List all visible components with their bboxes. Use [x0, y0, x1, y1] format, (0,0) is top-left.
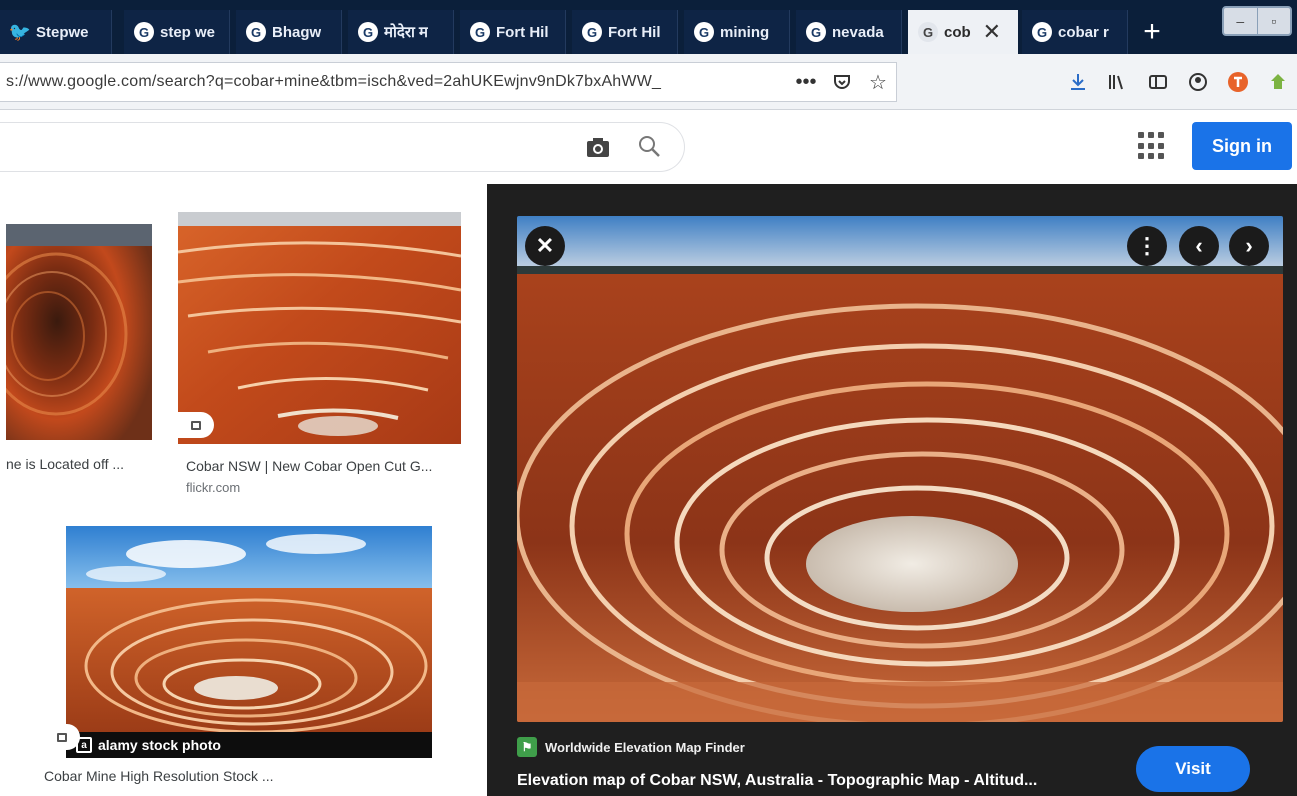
google-icon: G: [694, 22, 714, 42]
tab-cobar-2[interactable]: G cobar r: [1022, 10, 1128, 54]
tab-title: Bhagw: [272, 23, 322, 41]
sidebar-icon[interactable]: [1142, 66, 1174, 98]
screen: 🐦 Stepwe G step we G Bhagw G मोदेरा म G …: [0, 0, 1297, 796]
extension-icon[interactable]: [1222, 66, 1254, 98]
image-results-grid: ne is Located off ... Cobar NSW | New Co…: [0, 184, 487, 796]
tab-cobar-active[interactable]: G cob ✕: [908, 10, 1018, 54]
window-controls: – ▫: [1222, 6, 1292, 36]
tab-fort-hill-1[interactable]: G Fort Hil: [460, 10, 566, 54]
puzzle-extension-icon[interactable]: [1262, 66, 1294, 98]
tab-title: cob: [944, 23, 971, 41]
sign-in-button[interactable]: Sign in: [1192, 122, 1292, 170]
pocket-icon[interactable]: [824, 64, 860, 100]
tab-nevada[interactable]: G nevada: [796, 10, 902, 54]
page-actions-button[interactable]: •••: [788, 64, 824, 100]
address-bar[interactable]: s://www.google.com/search?q=cobar+mine&t…: [0, 62, 897, 102]
maximize-button[interactable]: ▫: [1258, 8, 1291, 34]
alamy-watermark-bar: a alamy stock photo: [66, 732, 432, 758]
tab-stepwe[interactable]: 🐦 Stepwe: [0, 10, 112, 54]
google-icon: G: [582, 22, 602, 42]
tab-mining[interactable]: G mining: [684, 10, 790, 54]
tab-title: cobar r: [1058, 23, 1109, 41]
tab-modhera[interactable]: G मोदेरा म: [348, 10, 454, 54]
tab-title: nevada: [832, 23, 884, 41]
tab-title: mining: [720, 23, 770, 41]
preview-image[interactable]: [517, 216, 1283, 722]
camera-icon[interactable]: [585, 135, 611, 159]
tab-step-we[interactable]: G step we: [124, 10, 230, 54]
tab-title: Fort Hil: [608, 23, 661, 41]
google-icon: G: [918, 22, 938, 42]
download-icon[interactable]: [1062, 66, 1094, 98]
close-tab-icon[interactable]: ✕: [983, 19, 1001, 45]
google-icon: G: [470, 22, 490, 42]
result-thumbnail-3[interactable]: [66, 526, 432, 732]
close-preview-button[interactable]: ✕: [525, 226, 565, 266]
image-preview-panel: ✕ ⋮ ‹ › ⚑ Worldwide Elevation Map Finder…: [487, 184, 1297, 796]
result-thumbnail-1[interactable]: [6, 224, 152, 440]
google-icon: G: [1032, 22, 1052, 42]
library-icon[interactable]: [1100, 66, 1132, 98]
image-type-badge: [178, 412, 214, 438]
image-type-badge: [44, 724, 80, 750]
search-box[interactable]: [0, 122, 685, 172]
tab-title: Stepwe: [36, 23, 89, 41]
result-caption[interactable]: Cobar NSW | New Cobar Open Cut G...: [186, 458, 432, 474]
search-icon[interactable]: [636, 133, 662, 161]
more-options-icon[interactable]: ⋮: [1127, 226, 1167, 266]
google-apps-icon[interactable]: [1138, 132, 1166, 160]
visit-button[interactable]: Visit: [1136, 746, 1250, 792]
tab-fort-hill-2[interactable]: G Fort Hil: [572, 10, 678, 54]
browser-nav-bar: s://www.google.com/search?q=cobar+mine&t…: [0, 54, 1297, 110]
site-favicon-icon: ⚑: [517, 737, 537, 757]
tab-title: मोदेरा म: [384, 24, 428, 41]
bookmark-star-icon[interactable]: ☆: [860, 64, 896, 100]
result-caption[interactable]: ne is Located off ...: [6, 456, 124, 472]
new-tab-button[interactable]: +: [1132, 14, 1172, 50]
tab-title: step we: [160, 23, 216, 41]
browser-tab-strip: 🐦 Stepwe G step we G Bhagw G मोदेरा म G …: [0, 0, 1297, 54]
google-icon: G: [358, 22, 378, 42]
result-caption[interactable]: Cobar Mine High Resolution Stock ...: [44, 768, 274, 784]
url-text[interactable]: s://www.google.com/search?q=cobar+mine&t…: [6, 73, 788, 91]
account-icon[interactable]: [1182, 66, 1214, 98]
tab-title: Fort Hil: [496, 23, 549, 41]
google-icon: G: [806, 22, 826, 42]
alamy-watermark-text: alamy stock photo: [98, 737, 221, 753]
next-image-button[interactable]: ›: [1229, 226, 1269, 266]
google-header: Sign in: [0, 110, 1297, 184]
tab-bhagw[interactable]: G Bhagw: [236, 10, 342, 54]
preview-source[interactable]: ⚑ Worldwide Elevation Map Finder: [517, 736, 745, 758]
result-site[interactable]: flickr.com: [186, 480, 240, 495]
google-icon: G: [246, 22, 266, 42]
twitter-icon: 🐦: [8, 21, 32, 42]
google-icon: G: [134, 22, 154, 42]
preview-source-name[interactable]: Worldwide Elevation Map Finder: [545, 740, 745, 755]
minimize-button[interactable]: –: [1224, 8, 1258, 34]
previous-image-button[interactable]: ‹: [1179, 226, 1219, 266]
result-thumbnail-2[interactable]: [178, 212, 461, 444]
preview-title[interactable]: Elevation map of Cobar NSW, Australia - …: [517, 772, 1127, 790]
